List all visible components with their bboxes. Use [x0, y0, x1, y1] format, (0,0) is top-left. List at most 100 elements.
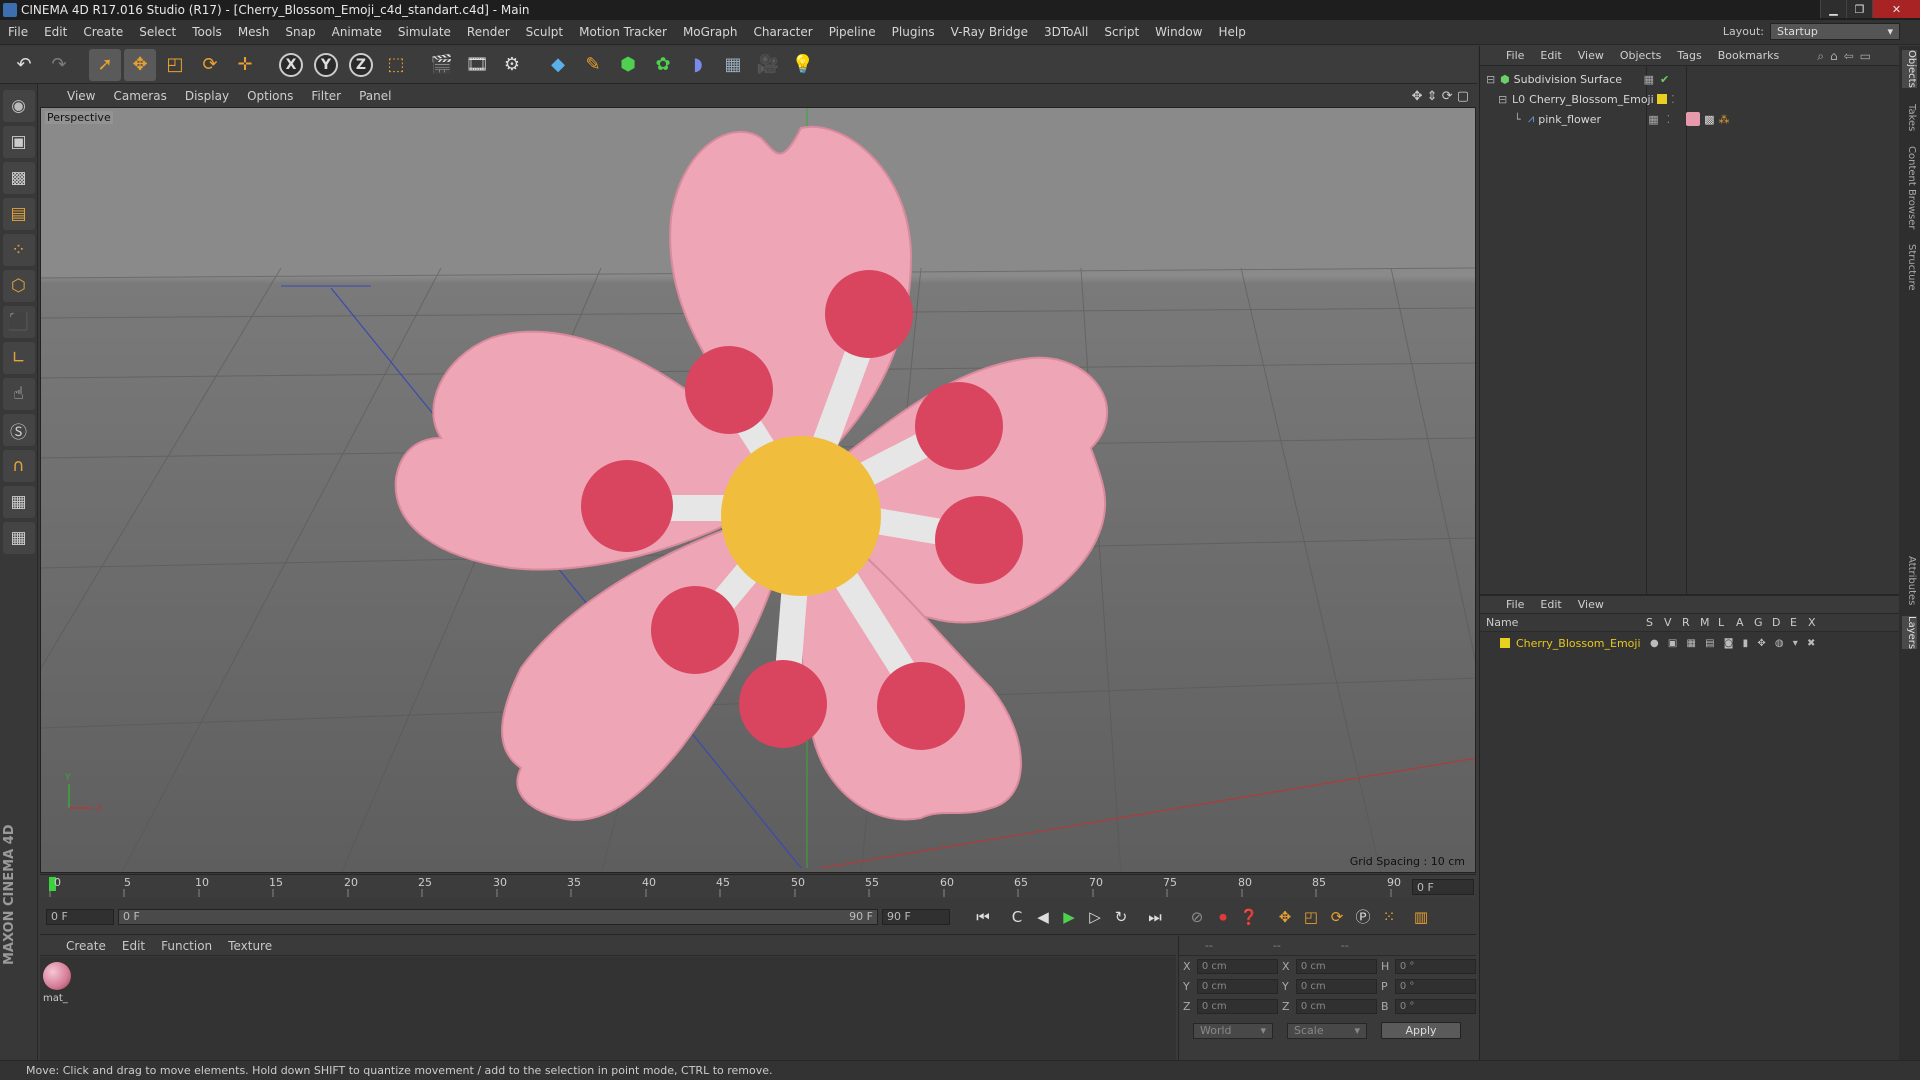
- visibility-icon[interactable]: ▦: [1648, 113, 1658, 126]
- back-icon[interactable]: ⇦: [1844, 49, 1854, 64]
- visibility-dots-icon[interactable]: ⁚: [1671, 93, 1675, 106]
- current-frame-field[interactable]: 0 F: [1412, 879, 1474, 895]
- visibility-dots-icon[interactable]: ⁚: [1667, 113, 1671, 126]
- make-editable-button[interactable]: ◉: [2, 90, 35, 122]
- viewport-menu-view[interactable]: View: [58, 89, 104, 103]
- object-menu-bookmarks[interactable]: Bookmarks: [1710, 49, 1787, 62]
- menu-snap[interactable]: Snap: [277, 25, 323, 39]
- add-cube-button[interactable]: ◆: [542, 49, 574, 81]
- menu-pipeline[interactable]: Pipeline: [821, 25, 884, 39]
- pos-z-field[interactable]: 0 cm: [1196, 998, 1278, 1014]
- menu-edit[interactable]: Edit: [36, 25, 75, 39]
- timeline-button[interactable]: ▥: [1408, 904, 1434, 930]
- go-to-start-button[interactable]: ⏮: [970, 904, 996, 930]
- object-menu-view[interactable]: View: [1570, 49, 1612, 62]
- live-selection-tool[interactable]: ➚: [89, 48, 121, 81]
- pos-y-field[interactable]: 0 cm: [1196, 978, 1278, 994]
- enabled-check-icon[interactable]: ✔: [1660, 73, 1669, 86]
- menu-character[interactable]: Character: [745, 25, 820, 39]
- tab-takes[interactable]: Takes: [1902, 104, 1917, 131]
- object-row[interactable]: └ ⩘ pink_flower ▦ ⁚ ▩ ⁂: [1480, 110, 1900, 128]
- tab-content-browser[interactable]: Content Browser: [1902, 146, 1917, 229]
- viewport-menu-panel[interactable]: Panel: [350, 89, 400, 103]
- timeline-ruler[interactable]: 0 5 10 15 20 25 30 35 40 45 50 55 60 65 …: [40, 874, 1476, 898]
- auto-keying-button[interactable]: ❓: [1236, 904, 1262, 930]
- add-array-button[interactable]: ✿: [647, 49, 679, 81]
- minimize-button[interactable]: ▁: [1820, 0, 1846, 18]
- material-menu-edit[interactable]: Edit: [114, 939, 153, 953]
- menu-simulate[interactable]: Simulate: [390, 25, 459, 39]
- magnet-button[interactable]: ∩: [2, 450, 35, 482]
- render-settings-button[interactable]: ⚙: [496, 49, 528, 81]
- material-name[interactable]: mat_: [43, 993, 68, 1004]
- workplane-mode-button[interactable]: ▤: [2, 198, 35, 230]
- menu-3dtoall[interactable]: 3DToAll: [1036, 25, 1096, 39]
- scale-tool[interactable]: ◰: [159, 49, 191, 81]
- layer-row[interactable]: Cherry_Blossom_Emoji ● ▣ ▦ ▤ ◙ ▮ ✥ ◍ ▾ ✖: [1480, 634, 1900, 652]
- menu-motion-tracker[interactable]: Motion Tracker: [571, 25, 675, 39]
- checker-tag-icon[interactable]: ▩: [1704, 113, 1714, 126]
- menu-sculpt[interactable]: Sculpt: [518, 25, 571, 39]
- tweak-mode-button[interactable]: ☝: [2, 378, 35, 410]
- model-mode-button[interactable]: ▣: [2, 126, 35, 158]
- perspective-viewport[interactable]: Y X Perspective Grid Spacing : 10 cm: [40, 107, 1476, 873]
- go-to-end-button[interactable]: ⏭: [1142, 904, 1168, 930]
- menu-script[interactable]: Script: [1096, 25, 1147, 39]
- object-row[interactable]: ⊟ L0 Cherry_Blossom_Emoji ⁚: [1480, 90, 1900, 108]
- rot-h-field[interactable]: 0 °: [1394, 958, 1476, 974]
- size-x-field[interactable]: 0 cm: [1295, 958, 1377, 974]
- search-icon[interactable]: ⌕: [1817, 49, 1824, 64]
- next-frame-button[interactable]: ▷: [1082, 904, 1108, 930]
- tab-layers[interactable]: Layers: [1902, 616, 1917, 650]
- viewport-menu-cameras[interactable]: Cameras: [104, 89, 175, 103]
- coordinate-mode-dropdown[interactable]: Scale ▾: [1287, 1022, 1367, 1039]
- layer-menu-edit[interactable]: Edit: [1532, 598, 1569, 611]
- pos-x-field[interactable]: 0 cm: [1196, 958, 1278, 974]
- key-position-button[interactable]: ✥: [1272, 904, 1298, 930]
- viewport-menu-filter[interactable]: Filter: [302, 89, 350, 103]
- tab-attributes[interactable]: Attributes: [1902, 556, 1917, 605]
- close-button[interactable]: ✕: [1872, 0, 1920, 18]
- add-subdivision-button[interactable]: ⬢: [612, 49, 644, 81]
- undo-button[interactable]: ↶: [8, 49, 40, 81]
- size-z-field[interactable]: 0 cm: [1295, 998, 1377, 1014]
- menu-animate[interactable]: Animate: [324, 25, 390, 39]
- material-menu-texture[interactable]: Texture: [220, 939, 280, 953]
- edges-mode-button[interactable]: ⬡: [2, 270, 35, 302]
- key-scale-button[interactable]: ◰: [1298, 904, 1324, 930]
- menu-vray-bridge[interactable]: V-Ray Bridge: [943, 25, 1036, 39]
- collapse-icon[interactable]: ⊟: [1486, 73, 1496, 86]
- workplane-lock-button[interactable]: ▦: [2, 486, 35, 518]
- texture-mode-button[interactable]: ▩: [2, 162, 35, 194]
- layer-menu-view[interactable]: View: [1570, 598, 1612, 611]
- visibility-icon[interactable]: ▦: [1644, 73, 1654, 86]
- render-picture-viewer-button[interactable]: 🎞: [461, 49, 493, 81]
- viewport-menu-display[interactable]: Display: [176, 89, 238, 103]
- add-deformer-button[interactable]: ◗: [682, 49, 714, 81]
- axis-mode-button[interactable]: ∟: [2, 342, 35, 374]
- add-spline-button[interactable]: ✎: [577, 49, 609, 81]
- material-tag-icon[interactable]: [1686, 112, 1701, 126]
- add-camera-button[interactable]: 🎥: [752, 49, 784, 81]
- layer-color-swatch[interactable]: [1657, 94, 1668, 104]
- object-menu-tags[interactable]: Tags: [1669, 49, 1709, 62]
- menu-render[interactable]: Render: [459, 25, 518, 39]
- menu-file[interactable]: File: [0, 25, 36, 39]
- object-row[interactable]: ⊟ ⬢ Subdivision Surface ▦ ✔: [1480, 70, 1900, 88]
- snap-button[interactable]: Ⓢ: [2, 414, 35, 446]
- menu-help[interactable]: Help: [1210, 25, 1253, 39]
- next-key-button[interactable]: ↻: [1108, 904, 1134, 930]
- prev-frame-button[interactable]: ◀: [1030, 904, 1056, 930]
- add-floor-button[interactable]: ▦: [717, 49, 749, 81]
- object-menu-objects[interactable]: Objects: [1612, 49, 1670, 62]
- points-mode-button[interactable]: ⁘: [2, 234, 35, 266]
- record-disabled-button[interactable]: ⊘: [1184, 904, 1210, 930]
- menu-mograph[interactable]: MoGraph: [675, 25, 746, 39]
- recent-tool[interactable]: ✛: [229, 49, 261, 81]
- menu-plugins[interactable]: Plugins: [884, 25, 943, 39]
- object-menu-file[interactable]: File: [1498, 49, 1532, 62]
- layout-dropdown[interactable]: Startup ▾: [1770, 23, 1900, 40]
- key-pla-button[interactable]: ⁙: [1376, 904, 1402, 930]
- layer-color-swatch[interactable]: [1500, 638, 1510, 648]
- x-axis-lock[interactable]: X: [275, 49, 307, 81]
